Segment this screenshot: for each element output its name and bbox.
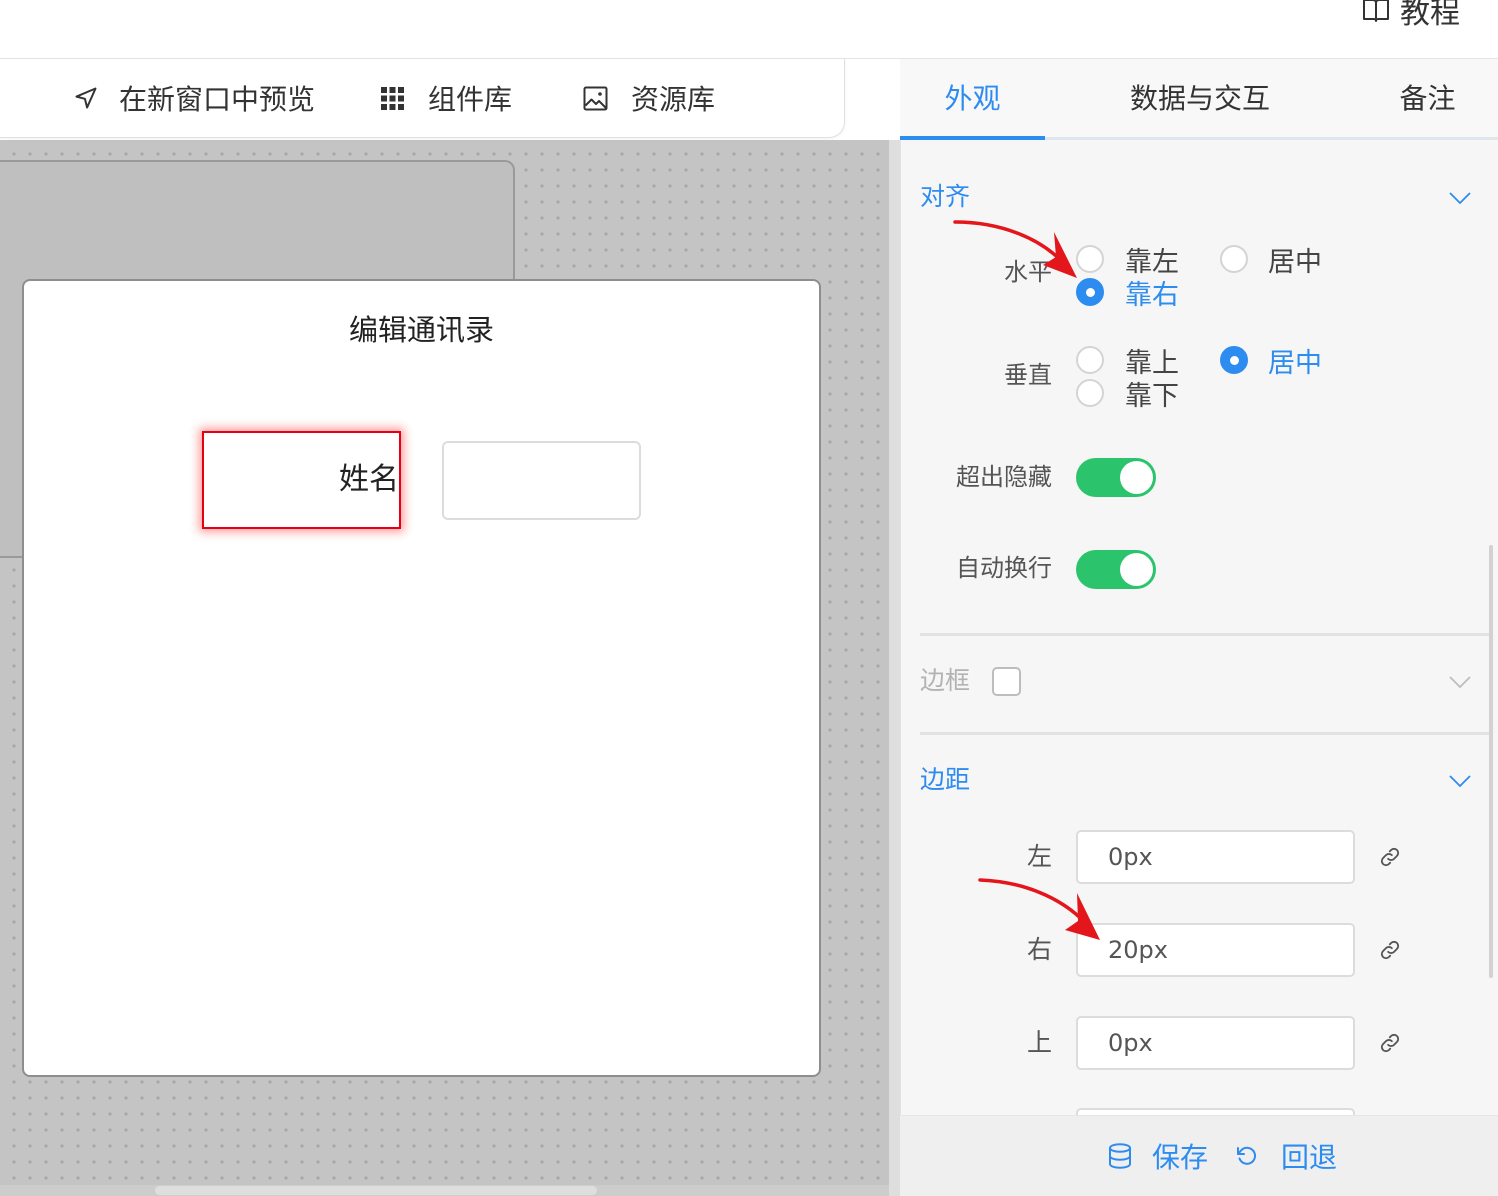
asset-library-label: 资源库 — [631, 83, 716, 116]
overflow-hidden-label: 超出隐藏 — [956, 463, 1052, 491]
navigation-icon — [74, 86, 98, 110]
auto-wrap-toggle[interactable] — [1076, 550, 1156, 589]
margin-right-input[interactable] — [1076, 923, 1355, 977]
vertical-align-label: 垂直 — [1004, 361, 1052, 389]
tutorial-link[interactable]: 教程 — [1362, 0, 1460, 31]
horizontal-align-label: 水平 — [1004, 258, 1052, 286]
undo-icon — [1235, 1144, 1259, 1168]
radio-circle — [1076, 278, 1104, 306]
image-icon — [583, 86, 608, 111]
panel-footer: 保存 回退 — [900, 1115, 1498, 1196]
radio-label: 靠下 — [1125, 380, 1179, 412]
border-enable-checkbox[interactable] — [992, 667, 1021, 696]
save-label: 保存 — [1152, 1141, 1209, 1174]
radio-vertical-center[interactable]: 居中 — [1220, 342, 1322, 379]
link-icon[interactable] — [1379, 846, 1401, 868]
radio-circle — [1076, 379, 1104, 407]
radio-vertical-bottom[interactable]: 靠下 — [1076, 375, 1179, 412]
section-divider — [920, 732, 1490, 735]
panel-vertical-scrollbar[interactable] — [1489, 545, 1493, 978]
auto-wrap-label: 自动换行 — [956, 554, 1052, 582]
radio-circle — [1076, 346, 1104, 374]
name-label-component[interactable]: 姓名 — [202, 431, 401, 529]
link-icon[interactable] — [1379, 939, 1401, 961]
scrollbar-thumb[interactable] — [155, 1186, 597, 1195]
component-library-label: 组件库 — [428, 83, 513, 116]
margin-top-input[interactable] — [1076, 1016, 1355, 1070]
preview-label: 在新窗口中预览 — [119, 83, 316, 116]
margin-top-label: 上 — [1026, 1028, 1052, 1057]
properties-panel: 外观 数据与交互 备注 对齐 水平 靠左 居中 靠右 垂直 靠上 居中 靠下 超… — [900, 59, 1498, 1196]
radio-circle — [1220, 346, 1248, 374]
design-canvas: 编辑通讯录 姓名 — [0, 140, 889, 1196]
margin-left-label: 左 — [1026, 842, 1052, 871]
panel-tabs: 外观 数据与交互 备注 — [900, 59, 1498, 140]
database-icon — [1108, 1143, 1132, 1169]
chevron-down-icon[interactable] — [1449, 773, 1471, 788]
revert-button[interactable]: 回退 — [1235, 1136, 1337, 1176]
save-button[interactable]: 保存 — [1108, 1136, 1208, 1176]
section-divider — [920, 633, 1490, 636]
dialog-component[interactable]: 编辑通讯录 姓名 — [22, 279, 821, 1077]
tab-appearance[interactable]: 外观 — [900, 59, 1045, 140]
overflow-hidden-toggle[interactable] — [1076, 458, 1156, 497]
dialog-title[interactable]: 编辑通讯录 — [24, 309, 819, 351]
section-margin-header[interactable]: 边距 — [920, 761, 970, 799]
preview-in-new-window-button[interactable]: 在新窗口中预览 — [74, 78, 315, 118]
name-label-text: 姓名 — [339, 462, 399, 497]
radio-circle — [1220, 245, 1248, 273]
radio-horizontal-center[interactable]: 居中 — [1220, 241, 1322, 278]
book-icon — [1362, 0, 1390, 23]
toggle-knob — [1120, 553, 1153, 586]
toggle-knob — [1120, 461, 1153, 494]
panel-splitter[interactable] — [889, 140, 900, 1196]
component-library-button[interactable]: 组件库 — [381, 78, 512, 118]
grid-icon — [381, 86, 404, 110]
canvas-horizontal-scrollbar[interactable] — [0, 1185, 889, 1196]
top-header — [0, 0, 1498, 59]
margin-right-label: 右 — [1026, 935, 1052, 964]
tab-notes[interactable]: 备注 — [1370, 59, 1485, 137]
name-input-component[interactable] — [442, 441, 641, 520]
radio-label: 居中 — [1268, 347, 1322, 379]
editor-toolbar: 在新窗口中预览 组件库 资源库 — [0, 59, 845, 138]
margin-left-input[interactable] — [1076, 830, 1355, 884]
radio-horizontal-right[interactable]: 靠右 — [1076, 274, 1179, 311]
tab-data-interaction[interactable]: 数据与交互 — [1115, 59, 1285, 137]
radio-label: 靠右 — [1125, 279, 1179, 311]
tutorial-label: 教程 — [1400, 0, 1460, 31]
chevron-down-icon[interactable] — [1449, 190, 1471, 205]
panel-border — [900, 59, 901, 1196]
radio-label: 居中 — [1268, 246, 1322, 278]
section-align-header[interactable]: 对齐 — [920, 178, 970, 216]
asset-library-button[interactable]: 资源库 — [583, 78, 715, 118]
radio-circle — [1076, 245, 1104, 273]
revert-label: 回退 — [1281, 1141, 1338, 1174]
chevron-down-icon[interactable] — [1449, 674, 1471, 689]
link-icon[interactable] — [1379, 1032, 1401, 1054]
section-border-header[interactable]: 边框 — [920, 662, 970, 700]
